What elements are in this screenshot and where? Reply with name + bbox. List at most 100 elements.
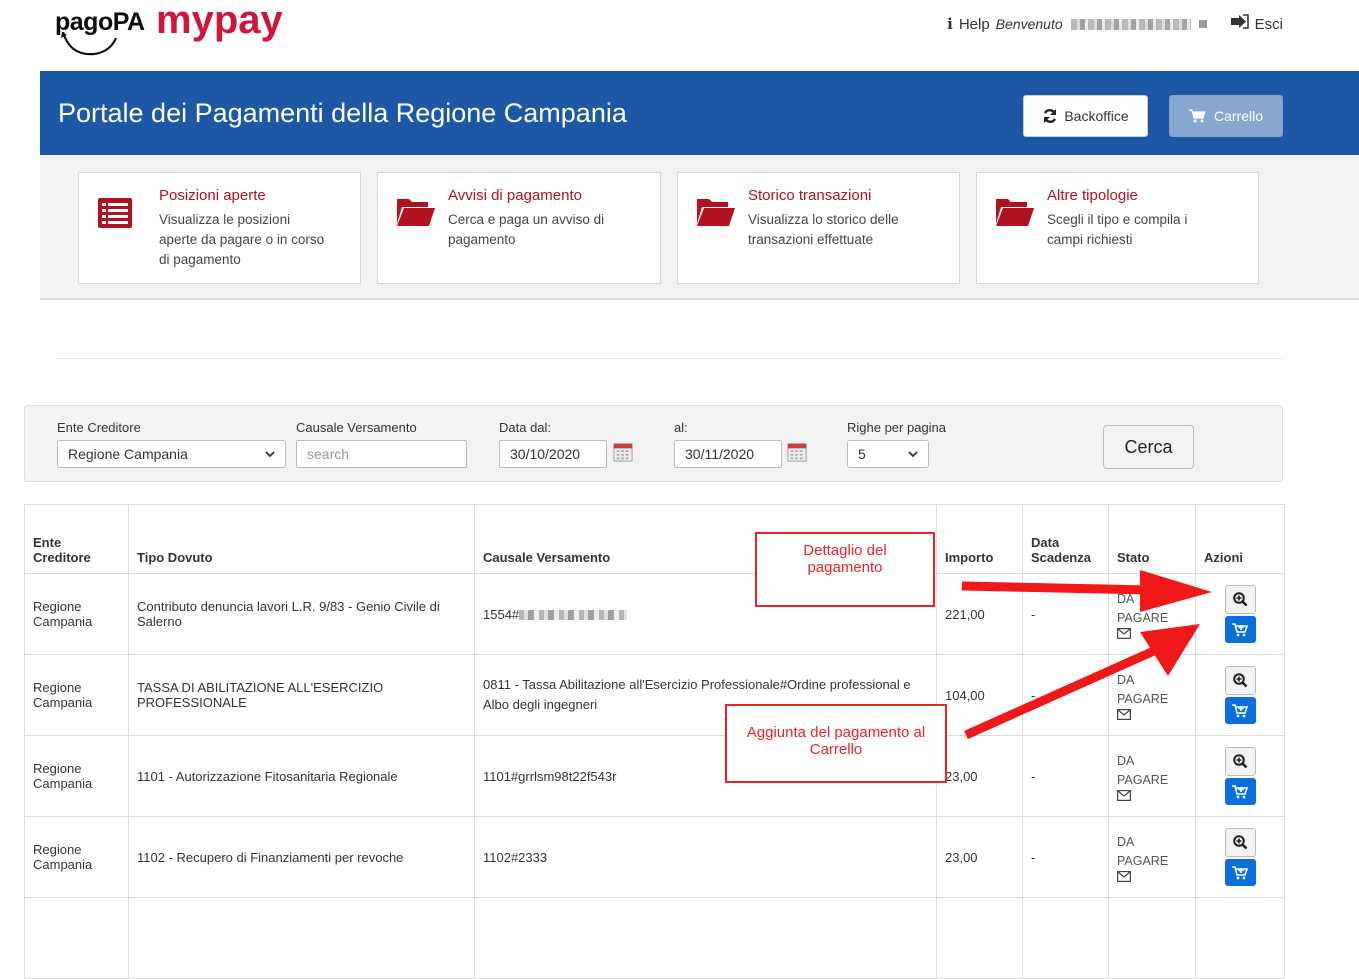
- cell-tipo: 1101 - Autorizzazione Fitosanitaria Regi…: [128, 735, 475, 817]
- righe-per-pagina-select[interactable]: 5: [847, 440, 929, 468]
- col-header-ente[interactable]: Ente Creditore: [24, 504, 129, 574]
- col-header-scadenza[interactable]: Data Scadenza: [1022, 504, 1109, 574]
- folder-icon: [397, 199, 435, 226]
- table-header-row: Ente Creditore Tipo Dovuto Causale Versa…: [24, 504, 1285, 574]
- menu-card-altre-tipologie[interactable]: Altre tipologie Scegli il tipo e compila…: [976, 172, 1259, 284]
- status-label: PAGARE: [1117, 691, 1169, 706]
- cell-stato: DA PAGARE: [1108, 735, 1196, 817]
- cart-button[interactable]: Carrello: [1169, 95, 1283, 137]
- cell-stato: DA PAGARE: [1108, 816, 1196, 898]
- envelope-icon[interactable]: [1117, 708, 1131, 720]
- cart-plus-icon: [1232, 622, 1248, 636]
- data-al-label: al:: [674, 420, 688, 435]
- annotation-detail: Dettaglio del pagamento: [755, 532, 935, 607]
- menu-card-avvisi[interactable]: Avvisi di pagamento Cerca e paga un avvi…: [377, 172, 661, 284]
- menu-card-title: Storico transazioni: [748, 187, 872, 204]
- ente-creditore-select[interactable]: Regione Campania: [57, 440, 286, 468]
- cell-scadenza: -: [1022, 735, 1109, 817]
- search-button[interactable]: Cerca: [1103, 425, 1194, 469]
- logout-link[interactable]: Esci: [1255, 16, 1283, 33]
- cart-icon: [1188, 109, 1206, 123]
- chevron-down-icon: [908, 450, 918, 457]
- cell-importo: 23,00: [936, 816, 1023, 898]
- status-label: DA: [1117, 753, 1135, 768]
- status-label: PAGARE: [1117, 772, 1169, 787]
- status-label: DA: [1117, 591, 1135, 606]
- add-to-cart-button[interactable]: [1224, 697, 1256, 724]
- payments-table: Ente Creditore Tipo Dovuto Causale Versa…: [24, 504, 1285, 979]
- status-label: PAGARE: [1117, 610, 1169, 625]
- list-icon: [98, 198, 132, 228]
- calendar-icon[interactable]: [786, 442, 808, 462]
- cell-importo: 221,00: [936, 573, 1023, 655]
- table-row: [24, 897, 1285, 979]
- menu-card-desc: Scegli il tipo e compila i campi richies…: [1047, 212, 1188, 247]
- envelope-icon[interactable]: [1117, 789, 1131, 801]
- table-row: Regione Campania 1101 - Autorizzazione F…: [24, 735, 1285, 817]
- ente-creditore-label: Ente Creditore: [57, 420, 141, 435]
- cell-azioni: [1195, 735, 1285, 817]
- folder-icon: [697, 199, 735, 226]
- table-row: Regione Campania 1102 - Recupero di Fina…: [24, 816, 1285, 898]
- data-dal-input[interactable]: 30/10/2020: [499, 440, 607, 468]
- logout-icon[interactable]: [1230, 14, 1249, 34]
- cell-scadenza: -: [1022, 816, 1109, 898]
- righe-per-pagina-label: Righe per pagina: [847, 420, 947, 435]
- cell-importo: 104,00: [936, 654, 1023, 736]
- welcome-label: Benvenuto: [995, 16, 1063, 32]
- col-header-tipo[interactable]: Tipo Dovuto: [128, 504, 475, 574]
- table-row: Regione Campania Contributo denuncia lav…: [24, 573, 1285, 655]
- info-icon: i: [947, 15, 953, 33]
- mypay-logo: mypay: [156, 0, 283, 42]
- menu-card-title: Avvisi di pagamento: [448, 187, 582, 204]
- cell-importo: 23,00: [936, 735, 1023, 817]
- help-link[interactable]: Help: [959, 16, 990, 33]
- backoffice-button[interactable]: Backoffice: [1023, 95, 1148, 137]
- cell-ente: Regione Campania: [24, 654, 129, 736]
- menu-card-title: Posizioni aperte: [159, 187, 266, 204]
- cell-scadenza: -: [1022, 654, 1109, 736]
- envelope-icon[interactable]: [1117, 870, 1131, 882]
- menu-card-desc: Cerca e paga un avviso di pagamento: [448, 212, 605, 247]
- add-to-cart-button[interactable]: [1224, 778, 1256, 805]
- table-row: Regione Campania TASSA DI ABILITAZIONE A…: [24, 654, 1285, 736]
- add-to-cart-button[interactable]: [1224, 859, 1256, 886]
- cell-azioni: [1195, 654, 1285, 736]
- add-to-cart-button[interactable]: [1224, 616, 1256, 643]
- zoom-in-icon: [1232, 592, 1247, 607]
- col-header-azioni: Azioni: [1195, 504, 1285, 574]
- causale-redacted: [519, 610, 628, 621]
- cell-azioni: [1195, 816, 1285, 898]
- cart-plus-icon: [1232, 703, 1248, 717]
- envelope-icon[interactable]: [1117, 627, 1131, 639]
- pagopa-logo-arc: [61, 31, 118, 56]
- cell-ente: Regione Campania: [24, 816, 129, 898]
- menu-card-storico[interactable]: Storico transazioni Visualizza lo storic…: [677, 172, 960, 284]
- data-al-input[interactable]: 30/11/2020: [674, 440, 782, 468]
- status-label: DA: [1117, 834, 1135, 849]
- zoom-in-icon: [1232, 835, 1247, 850]
- righe-per-pagina-value: 5: [858, 446, 866, 462]
- causale-search-input[interactable]: search: [296, 440, 467, 468]
- top-user-bar: i Help Benvenuto Esci: [947, 14, 1283, 34]
- annotation-add-to-cart: Aggiunta del pagamento al Carrello: [725, 704, 947, 783]
- data-dal-label: Data dal:: [499, 420, 552, 435]
- detail-button[interactable]: [1224, 666, 1256, 695]
- status-label: PAGARE: [1117, 853, 1169, 868]
- cell-ente: Regione Campania: [24, 573, 129, 655]
- calendar-icon[interactable]: [612, 442, 634, 462]
- cart-label: Carrello: [1213, 108, 1263, 124]
- user-name-redacted: [1070, 18, 1191, 30]
- detail-button[interactable]: [1224, 747, 1256, 776]
- col-header-importo[interactable]: Importo: [936, 504, 1023, 574]
- cart-plus-icon: [1232, 784, 1248, 798]
- chevron-down-icon: [265, 450, 275, 457]
- cell-stato: DA PAGARE: [1108, 573, 1196, 655]
- cell-causale: 1102#2333: [474, 816, 937, 898]
- detail-button[interactable]: [1224, 828, 1256, 857]
- detail-button[interactable]: [1224, 585, 1256, 614]
- col-header-stato[interactable]: Stato: [1108, 504, 1196, 574]
- zoom-in-icon: [1232, 673, 1247, 688]
- menu-card-posizioni-aperte[interactable]: Posizioni aperte Visualizza le posizioni…: [78, 172, 361, 284]
- cart-plus-icon: [1232, 865, 1248, 879]
